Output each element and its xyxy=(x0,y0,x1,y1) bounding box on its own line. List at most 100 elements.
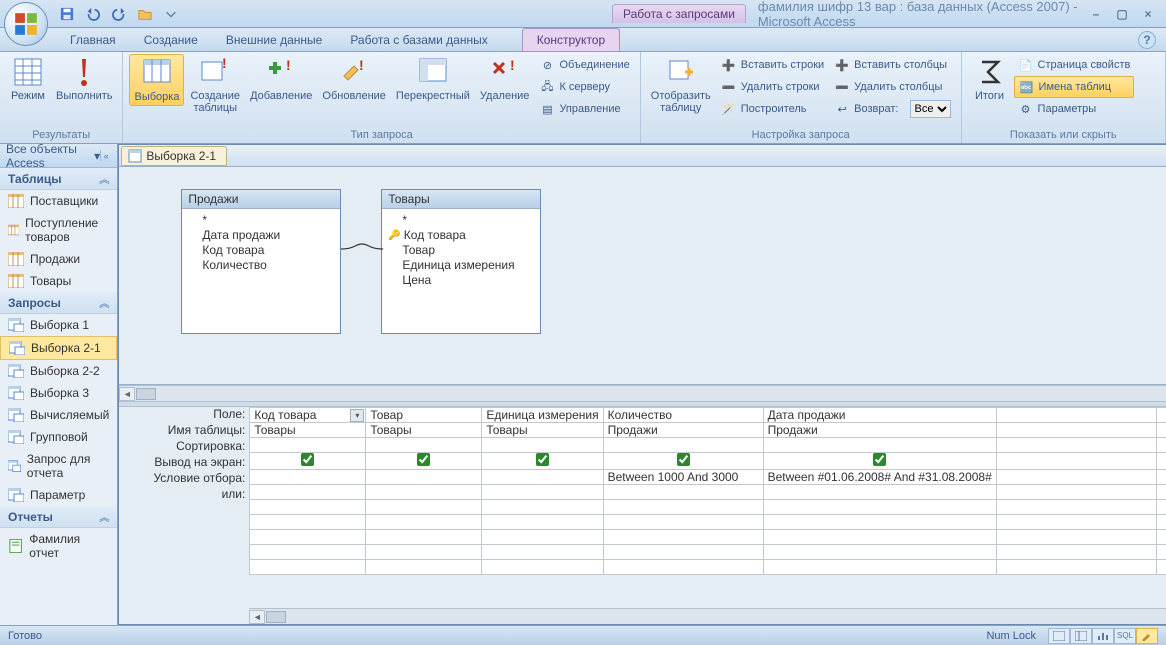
grid-empty-cell[interactable] xyxy=(603,560,763,575)
grid-empty-cell[interactable] xyxy=(763,485,996,500)
nav-query-item[interactable]: Выборка 2-2 xyxy=(0,360,117,382)
nav-query-item[interactable]: Параметр xyxy=(0,484,117,506)
grid-empty-cell[interactable] xyxy=(996,545,1156,560)
grid-empty-cell[interactable] xyxy=(603,545,763,560)
table-names-button[interactable]: 🔤Имена таблиц xyxy=(1014,76,1135,98)
grid-sort-cell[interactable] xyxy=(250,438,366,453)
nav-section-queries-header[interactable]: Запросы︽ xyxy=(0,292,117,314)
delete-rows-button[interactable]: ➖Удалить строки xyxy=(717,76,828,98)
nav-table-item[interactable]: Поступление товаров xyxy=(0,212,117,248)
grid-table-cell[interactable]: Товары xyxy=(250,423,366,438)
show-checkbox[interactable] xyxy=(417,453,430,466)
grid-sort-cell[interactable] xyxy=(366,438,482,453)
redo-button[interactable] xyxy=(108,3,130,25)
help-icon[interactable]: ? xyxy=(1138,31,1156,49)
grid-empty-cell[interactable] xyxy=(482,545,603,560)
tab-home[interactable]: Главная xyxy=(56,29,130,51)
undo-button[interactable] xyxy=(82,3,104,25)
grid-empty-cell[interactable] xyxy=(996,485,1156,500)
view-pivot[interactable] xyxy=(1070,628,1092,644)
grid-empty-cell[interactable] xyxy=(366,530,482,545)
delete-cols-button[interactable]: ➖Удалить столбцы xyxy=(830,76,954,98)
save-button[interactable] xyxy=(56,3,78,25)
delete-query-button[interactable]: ! Удаление xyxy=(476,54,534,104)
nav-query-item[interactable]: Групповой xyxy=(0,426,117,448)
minimize-button[interactable]: – xyxy=(1086,5,1106,23)
tab-external-data[interactable]: Внешние данные xyxy=(212,29,337,51)
document-tab[interactable]: Выборка 2-1 xyxy=(121,146,227,166)
property-sheet-button[interactable]: 📄Страница свойств xyxy=(1014,54,1135,76)
grid-empty-cell[interactable] xyxy=(1156,545,1166,560)
grid-empty-cell[interactable] xyxy=(250,485,366,500)
grid-empty-cell[interactable] xyxy=(763,545,996,560)
nav-section-tables-header[interactable]: Таблицы︽ xyxy=(0,168,117,190)
grid-empty-cell[interactable] xyxy=(366,545,482,560)
nav-query-item[interactable]: Выборка 3 xyxy=(0,382,117,404)
grid-empty-cell[interactable] xyxy=(366,560,482,575)
grid-field-cell[interactable] xyxy=(996,408,1156,423)
view-sql[interactable]: SQL xyxy=(1114,628,1136,644)
view-design[interactable] xyxy=(1136,628,1158,644)
grid-empty-cell[interactable] xyxy=(763,515,996,530)
join-line[interactable] xyxy=(341,242,383,256)
grid-show-cell[interactable] xyxy=(603,453,763,470)
tab-database-tools[interactable]: Работа с базами данных xyxy=(336,29,501,51)
grid-criteria-cell[interactable]: Between 1000 And 3000 xyxy=(603,470,763,485)
grid-criteria-cell[interactable] xyxy=(250,470,366,485)
show-table-button[interactable]: Отобразить таблицу xyxy=(647,54,715,116)
grid-field-cell[interactable]: Товар xyxy=(366,408,482,423)
make-table-button[interactable]: ! Создание таблицы xyxy=(186,54,244,116)
grid-table-cell[interactable] xyxy=(1156,423,1166,438)
append-button[interactable]: ! Добавление xyxy=(246,54,316,104)
nav-query-item[interactable]: Выборка 2-1 xyxy=(0,336,117,360)
parameters-button[interactable]: ⚙Параметры xyxy=(1014,98,1135,120)
grid-empty-cell[interactable] xyxy=(366,500,482,515)
grid-field-cell[interactable]: Количество xyxy=(603,408,763,423)
grid-table-cell[interactable]: Товары xyxy=(482,423,603,438)
grid-empty-cell[interactable] xyxy=(763,530,996,545)
grid-field-cell[interactable] xyxy=(1156,408,1166,423)
crosstab-button[interactable]: Перекрестный xyxy=(392,54,474,104)
grid-empty-cell[interactable] xyxy=(996,515,1156,530)
grid-empty-cell[interactable] xyxy=(603,530,763,545)
grid-show-cell[interactable] xyxy=(366,453,482,470)
grid-show-cell[interactable] xyxy=(1156,453,1166,470)
grid-sort-cell[interactable] xyxy=(763,438,996,453)
union-button[interactable]: ⊘Объединение xyxy=(535,54,633,76)
grid-empty-cell[interactable] xyxy=(482,485,603,500)
grid-empty-cell[interactable] xyxy=(603,500,763,515)
nav-table-item[interactable]: Поставщики xyxy=(0,190,117,212)
grid-empty-cell[interactable] xyxy=(482,515,603,530)
grid-table-cell[interactable] xyxy=(996,423,1156,438)
grid-table-cell[interactable]: Продажи xyxy=(603,423,763,438)
return-select[interactable]: Все xyxy=(910,100,951,118)
navpane-header[interactable]: Все объекты Access ▾ « xyxy=(0,144,117,168)
nav-query-item[interactable]: Запрос для отчета xyxy=(0,448,117,484)
grid-empty-cell[interactable] xyxy=(1156,500,1166,515)
grid-criteria-cell[interactable] xyxy=(1156,470,1166,485)
show-checkbox[interactable] xyxy=(301,453,314,466)
grid-empty-cell[interactable] xyxy=(1156,560,1166,575)
data-definition-button[interactable]: ▤Управление xyxy=(535,98,633,120)
table-box-tovary[interactable]: Товары * 🔑Код товара ТоварЕдиница измере… xyxy=(381,189,541,334)
nav-table-item[interactable]: Продажи xyxy=(0,248,117,270)
maximize-button[interactable]: ▢ xyxy=(1112,5,1132,23)
passthrough-button[interactable]: 🖧К серверу xyxy=(535,76,633,98)
view-datasheet[interactable] xyxy=(1048,628,1070,644)
grid-empty-cell[interactable] xyxy=(996,560,1156,575)
nav-query-item[interactable]: Вычисляемый xyxy=(0,404,117,426)
grid-sort-cell[interactable] xyxy=(603,438,763,453)
grid-empty-cell[interactable] xyxy=(603,515,763,530)
grid-empty-cell[interactable] xyxy=(250,530,366,545)
grid-criteria-cell[interactable] xyxy=(482,470,603,485)
update-button[interactable]: ! Обновление xyxy=(318,54,390,104)
grid-empty-cell[interactable] xyxy=(1156,485,1166,500)
show-checkbox[interactable] xyxy=(536,453,549,466)
grid-sort-cell[interactable] xyxy=(1156,438,1166,453)
grid-empty-cell[interactable] xyxy=(250,560,366,575)
dropdown-icon[interactable]: ▾ xyxy=(350,409,364,422)
grid-empty-cell[interactable] xyxy=(366,515,482,530)
insert-rows-button[interactable]: ➕Вставить строки xyxy=(717,54,828,76)
grid-empty-cell[interactable] xyxy=(482,500,603,515)
nav-section-reports-header[interactable]: Отчеты︽ xyxy=(0,506,117,528)
